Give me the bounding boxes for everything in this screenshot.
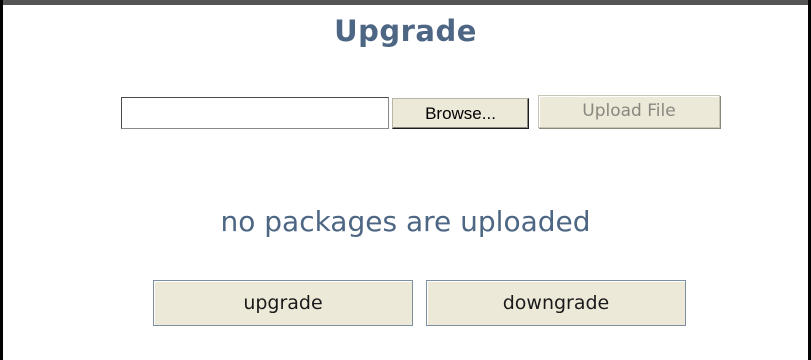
panel-top-border: [0, 0, 811, 5]
browse-button[interactable]: Browse...: [392, 98, 529, 129]
page-title: Upgrade: [334, 14, 477, 48]
file-path-input[interactable]: [121, 97, 389, 129]
panel-left-border: [0, 0, 3, 360]
status-message: no packages are uploaded: [220, 205, 591, 238]
upgrade-panel: Upgrade Browse... Upload File no package…: [0, 0, 811, 360]
downgrade-button[interactable]: downgrade: [426, 280, 686, 326]
upload-file-button[interactable]: Upload File: [538, 95, 720, 128]
upgrade-button[interactable]: upgrade: [153, 280, 413, 326]
